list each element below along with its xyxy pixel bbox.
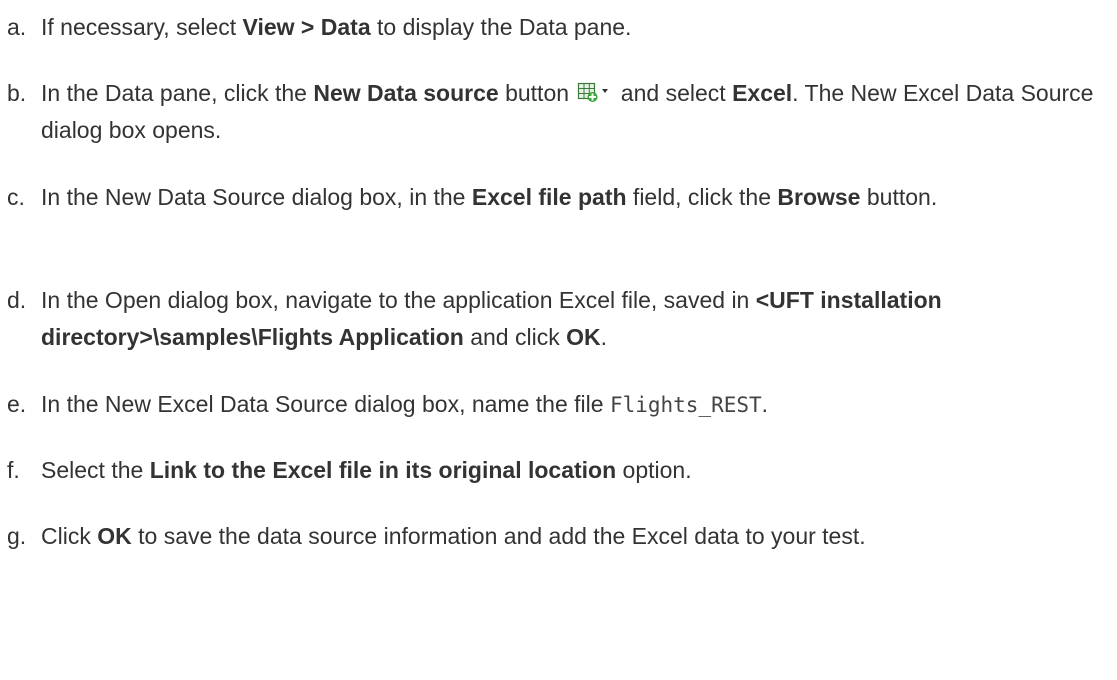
step-text-part: and select: [614, 80, 733, 106]
step-marker: d.: [7, 287, 27, 313]
step-text-part: button.: [860, 184, 938, 210]
ui-term-new-data-source: New Data source: [313, 80, 499, 106]
step-text: In the Open dialog box, navigate to the …: [41, 282, 1110, 356]
step-text-part: .: [761, 391, 769, 417]
step-text: Select the Link to the Excel file in its…: [41, 452, 1110, 489]
ui-term-excel-file-path: Excel file path: [471, 184, 627, 210]
step-a: a. If necessary, select View > Data to d…: [0, 9, 1110, 46]
step-d: d. In the Open dialog box, navigate to t…: [0, 282, 1110, 356]
step-marker: e.: [7, 391, 27, 417]
step-text-part: In the New Excel Data Source dialog box,…: [41, 391, 610, 417]
step-text-part: button: [498, 80, 576, 106]
step-text: In the New Excel Data Source dialog box,…: [41, 386, 1110, 424]
step-text-part: .: [600, 324, 607, 350]
step-text-part: Select the: [41, 457, 150, 483]
step-marker: f.: [7, 457, 20, 483]
step-text: In the Data pane, click the New Data sou…: [41, 75, 1110, 149]
step-text-part: option.: [616, 457, 692, 483]
step-text-part: and click: [463, 324, 567, 350]
step-marker: g.: [7, 523, 27, 549]
step-b: b. In the Data pane, click the New Data …: [0, 75, 1110, 149]
step-text-part: If necessary, select: [41, 14, 243, 40]
menu-path-view-data: View > Data: [242, 14, 371, 40]
step-marker: a.: [7, 14, 27, 40]
step-g: g. Click OK to save the data source info…: [0, 518, 1110, 555]
ui-term-ok: OK: [566, 324, 601, 350]
step-text: In the New Data Source dialog box, in th…: [41, 179, 1110, 216]
step-text-part: field, click the: [626, 184, 778, 210]
file-name-code: Flights_REST: [609, 393, 762, 417]
step-f: f. Select the Link to the Excel file in …: [0, 452, 1110, 489]
procedure-steps: a. If necessary, select View > Data to d…: [0, 0, 1117, 680]
step-text-part: Click: [41, 523, 98, 549]
step-text: If necessary, select View > Data to disp…: [41, 9, 1110, 46]
step-marker: c.: [7, 184, 25, 210]
step-text-part: In the Open dialog box, navigate to the …: [41, 287, 756, 313]
step-text-part: to display the Data pane.: [370, 14, 632, 40]
step-text-part: In the New Data Source dialog box, in th…: [41, 184, 472, 210]
step-text: Click OK to save the data source informa…: [41, 518, 1110, 555]
step-text-part: to save the data source information and …: [131, 523, 866, 549]
ui-term-link-option: Link to the Excel file in its original l…: [149, 457, 617, 483]
ui-term-ok: OK: [97, 523, 132, 549]
table-add-dropdown-icon: [577, 82, 610, 104]
step-c: c. In the New Data Source dialog box, in…: [0, 179, 1110, 216]
step-text-part: In the Data pane, click the: [41, 80, 314, 106]
ui-term-excel: Excel: [732, 80, 793, 106]
step-marker: b.: [7, 80, 27, 106]
step-e: e. In the New Excel Data Source dialog b…: [0, 386, 1110, 424]
ui-term-browse: Browse: [777, 184, 861, 210]
